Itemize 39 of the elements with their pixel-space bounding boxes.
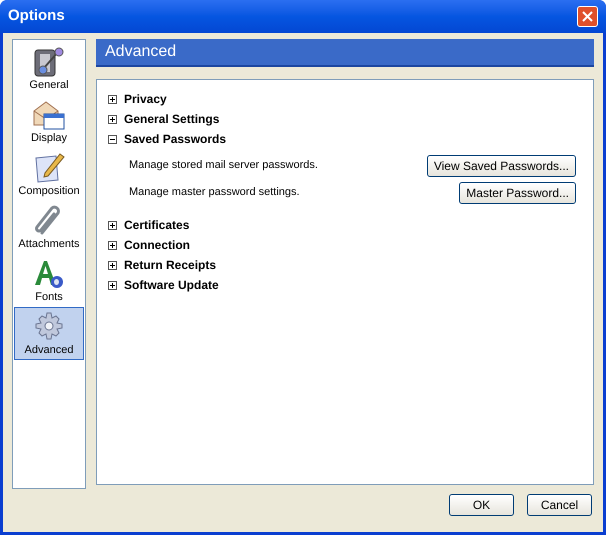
sidebar-label: General [29,78,69,92]
expand-icon[interactable] [108,280,117,290]
setting-button[interactable]: View Saved Passwords... [426,154,576,176]
setting-description: Manage stored mail server passwords. [129,158,318,174]
section-heading: Software Update [124,277,219,294]
expand-icon[interactable] [108,240,117,250]
sidebar-item[interactable]: Advanced [14,307,84,360]
section-heading: Return Receipts [124,257,216,274]
sidebar-label: Attachments [18,237,80,251]
section-heading: Saved Passwords [124,131,226,148]
panel-title: Advanced [105,42,176,62]
section-heading: General Settings [124,111,220,128]
expand-icon[interactable] [108,220,117,230]
sidebar-item[interactable]: General [14,42,84,95]
sidebar-label: Display [30,131,68,145]
setting-description: Manage master password settings. [129,185,300,200]
section-heading: Privacy [124,91,167,108]
dialog-button[interactable]: Cancel [527,494,592,516]
close-button[interactable] [577,6,598,27]
sidebar-item[interactable]: Attachments [14,201,84,254]
sidebar-label: Composition [18,184,80,198]
expand-icon[interactable] [108,94,117,104]
section-heading: Connection [124,237,190,254]
setting-button[interactable]: Master Password... [459,182,576,204]
collapse-icon[interactable] [108,134,117,144]
section-heading: Certificates [124,217,190,234]
expand-icon[interactable] [108,260,117,270]
envelope-window-icon [32,99,66,131]
window-title: Options [8,6,65,26]
sidebar-item[interactable]: Fonts [14,254,84,307]
sidebar-label: Fonts [35,290,63,304]
sidebar-item[interactable]: Composition [14,148,84,201]
dialog-button[interactable]: OK [449,494,514,516]
close-icon [582,11,593,22]
fonts-icon [32,258,66,290]
expand-icon[interactable] [108,114,117,124]
sidebar-label: Advanced [24,343,74,357]
sidebar-item[interactable]: Display [14,95,84,148]
switch-icon [32,46,66,78]
